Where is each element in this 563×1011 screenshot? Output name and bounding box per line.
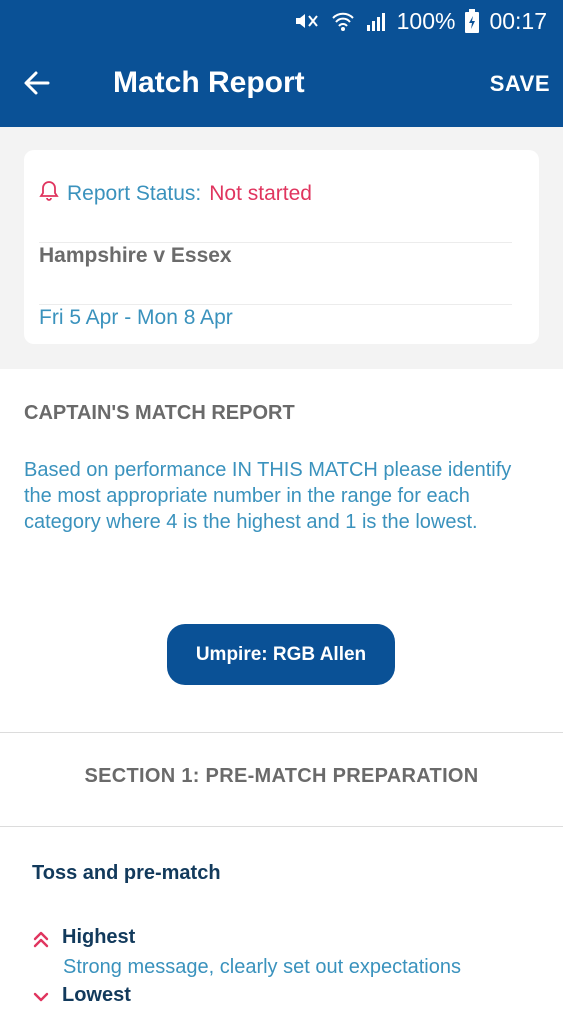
bell-icon [39,180,59,208]
toolbar: Match Report SAVE [0,52,563,118]
report-instructions: Based on performance IN THIS MATCH pleas… [24,459,512,533]
wifi-icon [331,10,355,32]
report-status-row: Report Status: Not started [39,174,512,214]
back-arrow-icon[interactable] [20,66,54,100]
match-dates: Fri 5 Apr - Mon 8 Apr [39,306,233,329]
double-chevron-up-icon [32,930,50,948]
scale-lowest-row: Lowest [32,984,131,1007]
scale-highest-label: Highest [62,926,136,948]
category-title: Toss and pre-match [32,862,221,884]
battery-icon [465,9,480,33]
chevron-down-icon [32,988,50,1006]
signal-icon [365,10,387,32]
report-heading: CAPTAIN'S MATCH REPORT [24,402,295,424]
umpire-button[interactable]: Umpire: RGB Allen [167,624,395,685]
scale-highest-row: Highest [32,926,135,949]
mute-icon [293,10,321,32]
section-title: SECTION 1: PRE-MATCH PREPARATION [84,765,479,787]
match-teams: Hampshire v Essex [39,244,232,267]
save-button[interactable]: SAVE [490,71,550,97]
divider [0,826,563,827]
scale-highest-description: Strong message, clearly set out expectat… [63,956,461,978]
battery-percent: 100% [396,7,456,34]
report-status-value: Not started [209,182,312,205]
report-status-label: Report Status: [67,182,202,205]
page-title: Match Report [113,66,305,99]
match-summary-area: Report Status: Not started Hampshire v E… [0,127,563,369]
divider [0,732,563,733]
status-bar: 100% 00:17 [293,6,547,36]
clock: 00:17 [489,7,547,34]
app-bar: 100% 00:17 Match Report SAVE [0,0,563,127]
match-card: Report Status: Not started Hampshire v E… [24,150,539,344]
scale-lowest-label: Lowest [62,984,131,1006]
